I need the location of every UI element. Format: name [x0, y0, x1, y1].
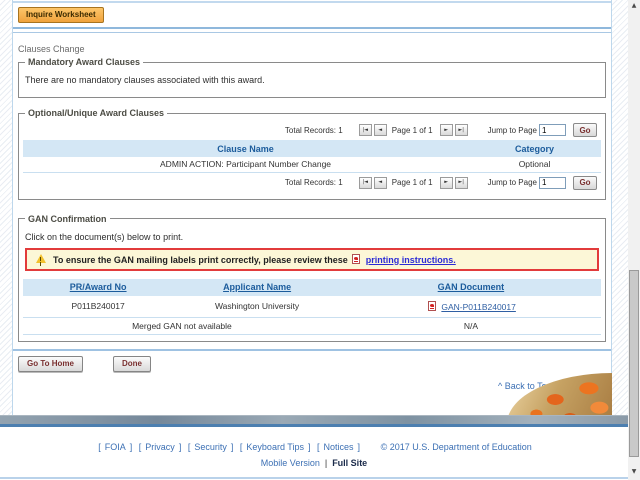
- jump-to-page-label: Jump to Page: [488, 178, 537, 187]
- total-records-label: Total Records: 1: [285, 178, 343, 187]
- table-row: Merged GAN not available N/A: [23, 318, 601, 335]
- next-page-icon[interactable]: ►: [440, 177, 453, 189]
- prev-page-icon[interactable]: ◄: [374, 124, 387, 136]
- warning-text: To ensure the GAN mailing labels print c…: [53, 255, 348, 265]
- clause-name-cell: ADMIN ACTION: Participant Number Change: [23, 157, 468, 172]
- footer-link-privacy[interactable]: Privacy: [145, 442, 175, 452]
- mandatory-clauses-legend: Mandatory Award Clauses: [25, 57, 143, 67]
- content-area: Inquire Worksheet Clauses Change Mandato…: [12, 0, 612, 415]
- scrollbar-thumb[interactable]: [629, 270, 639, 457]
- bottom-divider: [13, 349, 611, 351]
- bracket: ]: [130, 442, 133, 452]
- action-buttons: Go To Home Done: [18, 356, 611, 372]
- footer-photo-strip: [0, 415, 628, 424]
- done-button[interactable]: Done: [113, 356, 151, 372]
- page-indicator: Page 1 of 1: [392, 178, 433, 187]
- mobile-version-link[interactable]: Mobile Version: [261, 458, 320, 468]
- footer-link-security[interactable]: Security: [194, 442, 227, 452]
- pagination-bottom: Total Records: 1 |◄ ◄ Page 1 of 1 ► ►| J…: [23, 173, 601, 193]
- optional-clauses-fieldset: Optional/Unique Award Clauses Total Reco…: [18, 108, 606, 200]
- gan-confirmation-fieldset: GAN Confirmation Click on the document(s…: [18, 214, 606, 343]
- footer-site-toggle: Mobile Version | Full Site: [0, 458, 628, 468]
- pr-award-no-cell: P011B240017: [23, 296, 173, 318]
- gan-document-cell: GAN-P011B240017: [341, 296, 601, 318]
- clauses-change-label: Clauses Change: [18, 44, 611, 54]
- mandatory-empty-text: There are no mandatory clauses associate…: [25, 75, 599, 85]
- pagination-top: Total Records: 1 |◄ ◄ Page 1 of 1 ► ►| J…: [23, 120, 601, 140]
- bracket: ]: [308, 442, 311, 452]
- page-margin-right: [612, 0, 628, 415]
- warning-icon: [36, 254, 46, 263]
- bracket: [: [98, 442, 101, 452]
- clause-name-header: Clause Name: [23, 140, 468, 157]
- footer-separator: |: [325, 458, 327, 468]
- clauses-table: Clause Name Category ADMIN ACTION: Parti…: [23, 140, 601, 173]
- footer: [FOIA] [Privacy] [Security] [Keyboard Ti…: [0, 427, 628, 477]
- inquire-worksheet-button[interactable]: Inquire Worksheet: [18, 7, 104, 23]
- bracket: [: [139, 442, 142, 452]
- category-cell: Optional: [468, 157, 601, 172]
- bracket: [: [188, 442, 191, 452]
- page-margin-left: [0, 0, 12, 415]
- clauses-table-header-row: Clause Name Category: [23, 140, 601, 157]
- table-row: ADMIN ACTION: Participant Number Change …: [23, 157, 601, 172]
- gan-document-header[interactable]: GAN Document: [438, 282, 505, 292]
- total-records-label: Total Records: 1: [285, 126, 343, 135]
- printing-instructions-link[interactable]: printing instructions.: [366, 255, 456, 265]
- printing-warning-banner: To ensure the GAN mailing labels print c…: [25, 248, 599, 271]
- pdf-icon: [352, 254, 360, 264]
- table-row: P011B240017 Washington University GAN-P0…: [23, 296, 601, 318]
- merged-gan-cell: Merged GAN not available: [23, 318, 341, 335]
- footer-link-keyboard-tips[interactable]: Keyboard Tips: [246, 442, 304, 452]
- gan-documents-table: PR/Award No Applicant Name GAN Document …: [23, 279, 601, 336]
- gan-table-header-row: PR/Award No Applicant Name GAN Document: [23, 279, 601, 296]
- copyright-text: © 2017 U.S. Department of Education: [381, 442, 532, 452]
- full-site-label: Full Site: [332, 458, 367, 468]
- pdf-icon: [428, 301, 436, 311]
- gan-instruction-text: Click on the document(s) below to print.: [25, 232, 599, 242]
- footer-bottom-divider: [0, 477, 628, 479]
- first-page-icon[interactable]: |◄: [359, 177, 372, 189]
- bracket: ]: [231, 442, 234, 452]
- gan-confirmation-legend: GAN Confirmation: [25, 214, 110, 224]
- jump-to-page-label: Jump to Page: [488, 126, 537, 135]
- bracket: ]: [179, 442, 182, 452]
- bracket: [: [240, 442, 243, 452]
- vertical-scrollbar[interactable]: ▲ ▼: [628, 0, 640, 480]
- jump-to-page-input[interactable]: [539, 177, 566, 189]
- optional-clauses-legend: Optional/Unique Award Clauses: [25, 108, 167, 118]
- applicant-name-header[interactable]: Applicant Name: [223, 282, 291, 292]
- next-page-icon[interactable]: ►: [440, 124, 453, 136]
- mandatory-clauses-fieldset: Mandatory Award Clauses There are no man…: [18, 57, 606, 98]
- page-indicator: Page 1 of 1: [392, 126, 433, 135]
- go-button[interactable]: Go: [573, 123, 597, 137]
- last-page-icon[interactable]: ►|: [455, 177, 468, 189]
- section-divider: [13, 27, 611, 33]
- applicant-name-cell: Washington University: [173, 296, 341, 318]
- bracket: ]: [358, 442, 361, 452]
- pr-award-no-header[interactable]: PR/Award No: [70, 282, 127, 292]
- footer-link-foia[interactable]: FOIA: [105, 442, 126, 452]
- go-to-home-button[interactable]: Go To Home: [18, 356, 83, 372]
- scroll-up-icon[interactable]: ▲: [628, 2, 640, 9]
- top-divider: [13, 1, 611, 3]
- footer-link-notices[interactable]: Notices: [324, 442, 354, 452]
- bracket: [: [317, 442, 320, 452]
- merged-gan-document-cell: N/A: [341, 318, 601, 335]
- go-button[interactable]: Go: [573, 176, 597, 190]
- category-header: Category: [468, 140, 601, 157]
- jump-to-page-input[interactable]: [539, 124, 566, 136]
- prev-page-icon[interactable]: ◄: [374, 177, 387, 189]
- scroll-down-icon[interactable]: ▼: [628, 468, 640, 475]
- first-page-icon[interactable]: |◄: [359, 124, 372, 136]
- last-page-icon[interactable]: ►|: [455, 124, 468, 136]
- footer-links-row: [FOIA] [Privacy] [Security] [Keyboard Ti…: [0, 442, 628, 452]
- gan-document-link[interactable]: GAN-P011B240017: [441, 302, 516, 312]
